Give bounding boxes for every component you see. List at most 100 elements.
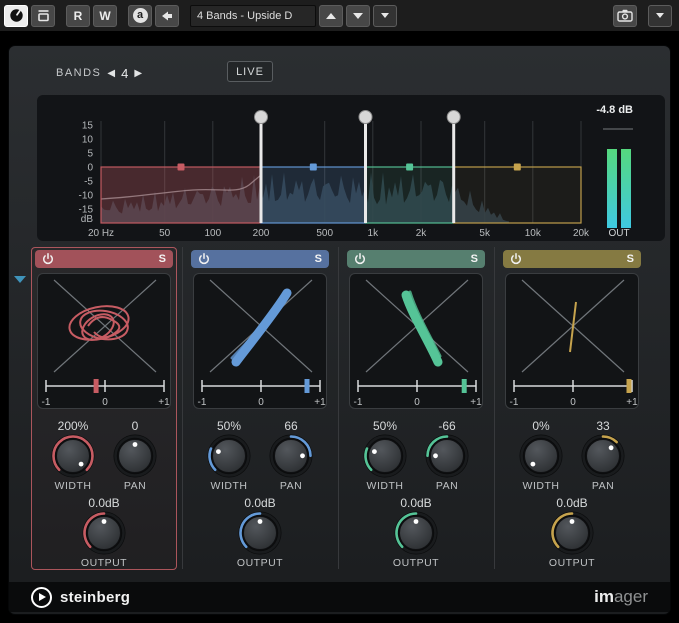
svg-text:+1: +1 bbox=[626, 397, 638, 408]
svg-text:20 Hz: 20 Hz bbox=[88, 228, 114, 239]
bands-label: BANDS bbox=[56, 67, 101, 79]
band-4-pan-label: PAN bbox=[592, 480, 614, 492]
svg-text:+1: +1 bbox=[158, 397, 170, 408]
product-name-bold: im bbox=[594, 587, 614, 606]
band-4-gain-handle[interactable] bbox=[514, 164, 521, 171]
band-panel-2[interactable]: S -1 0 +1 50% WIDTH66 PAN0.0dB bbox=[187, 247, 333, 570]
svg-text:2k: 2k bbox=[416, 228, 428, 239]
window-menu-button[interactable] bbox=[648, 5, 672, 27]
collapse-bands-button[interactable] bbox=[14, 276, 26, 283]
svg-text:10: 10 bbox=[82, 135, 94, 146]
band-2-solo-button[interactable]: S bbox=[315, 254, 322, 265]
band-2-pan-knob[interactable]: 66 PAN bbox=[262, 419, 320, 492]
brand-name: steinberg bbox=[60, 589, 130, 606]
band-divider bbox=[338, 247, 339, 569]
band-4-power-button[interactable] bbox=[510, 253, 522, 265]
spectrum-display: 151050-5-10-15dB20 Hz501002005001k2k5k10… bbox=[37, 95, 665, 241]
band-2-pan-value: 66 bbox=[284, 419, 297, 434]
band-4-width-value: 0% bbox=[532, 419, 549, 434]
band-1-pan-value: 0 bbox=[132, 419, 139, 434]
product-name: imager bbox=[594, 587, 648, 607]
band-3-solo-button[interactable]: S bbox=[471, 254, 478, 265]
plugin-activate-button[interactable] bbox=[4, 5, 28, 27]
band-4-header: S bbox=[503, 250, 641, 268]
bands-decrease-button[interactable]: ◀ bbox=[107, 68, 115, 79]
svg-text:500: 500 bbox=[316, 228, 333, 239]
band-3-gain-handle[interactable] bbox=[406, 164, 413, 171]
band-1-output-knob[interactable]: 0.0dB OUTPUT bbox=[75, 496, 133, 569]
svg-text:200: 200 bbox=[253, 228, 270, 239]
svg-text:dB: dB bbox=[81, 214, 94, 225]
band-1-output-value: 0.0dB bbox=[88, 496, 119, 511]
svg-text:0: 0 bbox=[414, 397, 420, 408]
band-4-output-knob[interactable]: 0.0dB OUTPUT bbox=[543, 496, 601, 569]
band-1-gain-handle[interactable] bbox=[178, 164, 185, 171]
write-automation-button[interactable]: W bbox=[93, 5, 117, 27]
band-2-power-button[interactable] bbox=[198, 253, 210, 265]
band-4-solo-button[interactable]: S bbox=[627, 254, 634, 265]
svg-text:5k: 5k bbox=[479, 228, 491, 239]
automation-button[interactable]: a bbox=[128, 5, 152, 27]
svg-text:-1: -1 bbox=[510, 397, 519, 408]
up-triangle-icon bbox=[326, 13, 336, 19]
svg-text:100: 100 bbox=[204, 228, 221, 239]
band-1-pan-knob[interactable]: 0 PAN bbox=[106, 419, 164, 492]
band-3-width-value: 50% bbox=[373, 419, 397, 434]
preset-name-field[interactable]: 4 Bands - Upside D bbox=[190, 5, 316, 27]
band-3-output-knob[interactable]: 0.0dB OUTPUT bbox=[387, 496, 445, 569]
svg-text:50: 50 bbox=[159, 228, 171, 239]
host-toolbar: R W a 4 Bands - Upside D bbox=[0, 0, 679, 31]
previous-preset-button[interactable] bbox=[319, 5, 343, 27]
band-3-width-knob[interactable]: 50% WIDTH bbox=[356, 419, 414, 492]
band-panel-3[interactable]: S -1 0 +1 50% WIDTH-66 PAN0.0dB bbox=[343, 247, 489, 570]
svg-text:0: 0 bbox=[570, 397, 576, 408]
next-preset-button[interactable] bbox=[346, 5, 370, 27]
svg-text:15: 15 bbox=[82, 121, 94, 132]
svg-text:-1: -1 bbox=[354, 397, 363, 408]
band-2-output-label: OUTPUT bbox=[237, 557, 283, 569]
svg-text:+1: +1 bbox=[470, 397, 482, 408]
band-1-solo-button[interactable]: S bbox=[159, 254, 166, 265]
previous-setting-button[interactable] bbox=[155, 5, 179, 27]
live-button[interactable]: LIVE bbox=[227, 61, 273, 82]
band-panel-4[interactable]: S -1 0 +1 0% WIDTH33 PAN0.0dB bbox=[499, 247, 645, 570]
band-1-power-button[interactable] bbox=[42, 253, 54, 265]
band-3-pan-knob[interactable]: -66 PAN bbox=[418, 419, 476, 492]
band-3-header: S bbox=[347, 250, 485, 268]
bands-increase-button[interactable]: ▶ bbox=[134, 68, 142, 79]
bypass-icon bbox=[37, 9, 50, 22]
plugin-footer: steinberg imager bbox=[9, 582, 670, 612]
band-2-output-knob[interactable]: 0.0dB OUTPUT bbox=[231, 496, 289, 569]
band-4-width-knob[interactable]: 0% WIDTH bbox=[512, 419, 570, 492]
bypass-button[interactable] bbox=[31, 5, 55, 27]
band-3-width-label: WIDTH bbox=[367, 480, 404, 492]
band-2-width-label: WIDTH bbox=[211, 480, 248, 492]
band-1-header: S bbox=[35, 250, 173, 268]
bands-row: S -1 0 +1 200% WIDTH 0 bbox=[31, 247, 655, 570]
band-3-power-button[interactable] bbox=[354, 253, 366, 265]
band-2-gain-handle[interactable] bbox=[310, 164, 317, 171]
camera-icon bbox=[617, 9, 633, 22]
band-2-width-knob[interactable]: 50% WIDTH bbox=[200, 419, 258, 492]
band-4-pan-knob[interactable]: 33 PAN bbox=[574, 419, 632, 492]
snapshot-button[interactable] bbox=[613, 5, 637, 27]
svg-text:-1: -1 bbox=[42, 397, 51, 408]
band-1-width-knob[interactable]: 200% WIDTH bbox=[44, 419, 102, 492]
band-2-balance-marker bbox=[305, 379, 310, 393]
band-4-width-label: WIDTH bbox=[523, 480, 560, 492]
product-name-light: ager bbox=[614, 587, 648, 606]
band-1-balance-marker bbox=[94, 379, 99, 393]
band-1-vectorscope: -1 0 +1 bbox=[37, 273, 171, 409]
steinberg-logo-icon bbox=[31, 587, 52, 608]
svg-text:+1: +1 bbox=[314, 397, 326, 408]
read-automation-button[interactable]: R bbox=[66, 5, 90, 27]
power-knob-icon bbox=[9, 8, 24, 23]
band-1-pan-label: PAN bbox=[124, 480, 146, 492]
band-panel-1[interactable]: S -1 0 +1 200% WIDTH 0 bbox=[31, 247, 177, 570]
output-meter bbox=[607, 149, 631, 228]
preset-menu-button[interactable] bbox=[373, 5, 397, 27]
dropdown-icon bbox=[381, 13, 389, 18]
band-1-width-value: 200% bbox=[58, 419, 89, 434]
band-3-pan-value: -66 bbox=[438, 419, 455, 434]
band-4-output-label: OUTPUT bbox=[549, 557, 595, 569]
